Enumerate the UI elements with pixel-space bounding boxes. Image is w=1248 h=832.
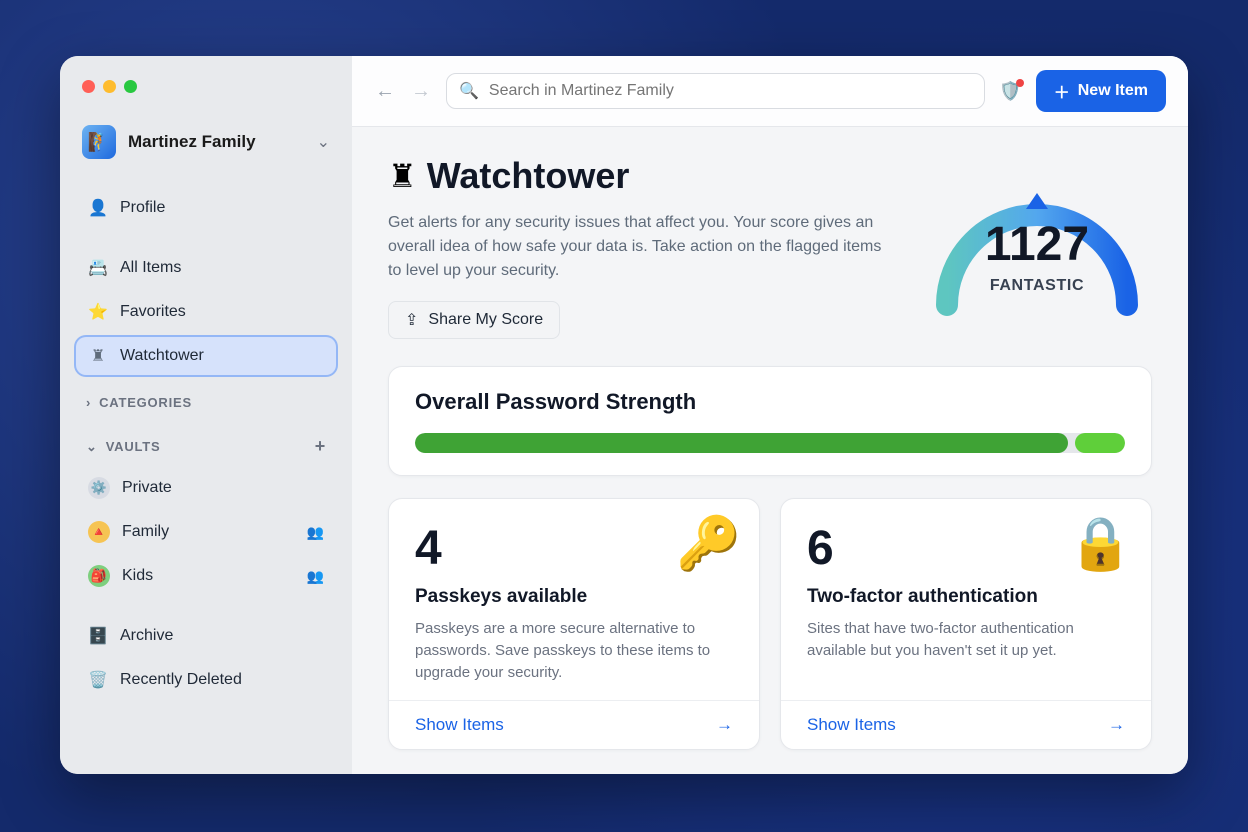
strength-segment-fair [1075,433,1125,453]
content-area: ♜ Watchtower Get alerts for any security… [352,127,1188,774]
section-title: CATEGORIES [99,395,192,410]
page-description: Get alerts for any security issues that … [388,211,890,283]
categories-section-header[interactable]: › CATEGORIES [76,381,336,416]
password-strength-card: Overall Password Strength [388,366,1152,476]
add-vault-button[interactable]: + [315,436,326,457]
cta-label: Show Items [415,715,504,735]
new-item-button[interactable]: ＋ New Item [1036,70,1166,112]
profile-icon: 👤 [88,198,108,218]
account-switcher[interactable]: 🧗 Martinez Family ⌄ [76,117,336,167]
vault-icon: 🎒 [88,565,110,587]
twofactor-card: 🔒 6 Two-factor authentication Sites that… [780,498,1152,750]
chevron-down-icon: ⌄ [86,439,98,455]
nav-forward-button[interactable]: → [410,80,432,103]
sidebar-item-label: Profile [120,199,165,217]
shared-icon: 👥 [307,568,324,585]
vaults-section-header[interactable]: ⌄ VAULTS + [76,422,336,463]
main-panel: ← → 🔍 🛡️ ＋ New Item ♜ Watchtower Get ale… [352,56,1188,774]
watchtower-hero-icon: ♜ [388,157,417,195]
sidebar-item-all-items[interactable]: 📇 All Items [76,249,336,287]
passkeys-card: 🔑 4 Passkeys available Passkeys are a mo… [388,498,760,750]
chevron-down-icon: ⌄ [317,132,330,152]
search-input[interactable] [489,82,972,100]
arrow-right-icon: → [1108,715,1125,735]
strength-title: Overall Password Strength [415,389,1125,415]
notifications-button[interactable]: 🛡️ [999,81,1021,102]
plus-icon: ＋ [1054,79,1070,103]
archive-icon: 🗄️ [88,626,108,646]
section-title: VAULTS [106,439,161,454]
minimize-window-button[interactable] [103,80,116,93]
vault-item-family[interactable]: 🔺 Family 👥 [76,513,336,551]
twofactor-desc: Sites that have two-factor authenticatio… [807,618,1125,684]
cta-label: Show Items [807,715,896,735]
passkey-icon: 🔑 [676,513,741,574]
sidebar-item-label: Watchtower [120,347,204,365]
sidebar-item-label: Recently Deleted [120,671,242,689]
sidebar-item-watchtower[interactable]: ♜ Watchtower [76,337,336,375]
nav-back-button[interactable]: ← [374,80,396,103]
vault-label: Kids [122,567,295,585]
window-controls [76,76,336,111]
arrow-right-icon: → [716,715,733,735]
vault-label: Private [122,479,324,497]
score-value: 1127 [922,217,1152,272]
strength-bar [415,433,1125,453]
sidebar-item-profile[interactable]: 👤 Profile [76,189,336,227]
account-avatar: 🧗 [82,125,116,159]
new-item-label: New Item [1078,82,1148,100]
vault-icon: ⚙️ [88,477,110,499]
sidebar-item-favorites[interactable]: ⭐ Favorites [76,293,336,331]
score-gauge: 1127 FANTASTIC [922,155,1152,340]
sidebar-item-label: Archive [120,627,173,645]
passkeys-desc: Passkeys are a more secure alternative t… [415,618,733,684]
shared-icon: 👥 [307,524,324,541]
sidebar-item-recently-deleted[interactable]: 🗑️ Recently Deleted [76,661,336,699]
watchtower-hero: ♜ Watchtower Get alerts for any security… [388,155,1152,340]
twofactor-show-items-button[interactable]: Show Items → [781,700,1151,749]
strength-segment-strong [415,433,1068,453]
trash-icon: 🗑️ [88,670,108,690]
vault-item-private[interactable]: ⚙️ Private [76,469,336,507]
sidebar-item-label: Favorites [120,303,186,321]
star-icon: ⭐ [88,302,108,322]
topbar: ← → 🔍 🛡️ ＋ New Item [352,56,1188,127]
vault-item-kids[interactable]: 🎒 Kids 👥 [76,557,336,595]
all-items-icon: 📇 [88,258,108,278]
page-title: Watchtower [427,155,630,197]
chevron-right-icon: › [86,395,91,410]
score-rating: FANTASTIC [922,277,1152,295]
share-label: Share My Score [428,311,543,329]
app-window: 🧗 Martinez Family ⌄ 👤 Profile 📇 All Item… [60,56,1188,774]
passkeys-show-items-button[interactable]: Show Items → [389,700,759,749]
vault-icon: 🔺 [88,521,110,543]
twofactor-title: Two-factor authentication [807,586,1125,608]
sidebar: 🧗 Martinez Family ⌄ 👤 Profile 📇 All Item… [60,56,352,774]
search-icon: 🔍 [459,81,479,101]
passkeys-title: Passkeys available [415,586,733,608]
watchtower-icon: ♜ [88,346,108,366]
sidebar-item-archive[interactable]: 🗄️ Archive [76,617,336,655]
sidebar-item-label: All Items [120,259,181,277]
lock-wifi-icon: 🔒 [1068,513,1133,574]
close-window-button[interactable] [82,80,95,93]
share-icon: ⇪ [405,310,418,330]
search-field[interactable]: 🔍 [446,73,985,109]
fullscreen-window-button[interactable] [124,80,137,93]
vault-label: Family [122,523,295,541]
account-name: Martinez Family [128,132,305,152]
share-score-button[interactable]: ⇪ Share My Score [388,301,560,339]
